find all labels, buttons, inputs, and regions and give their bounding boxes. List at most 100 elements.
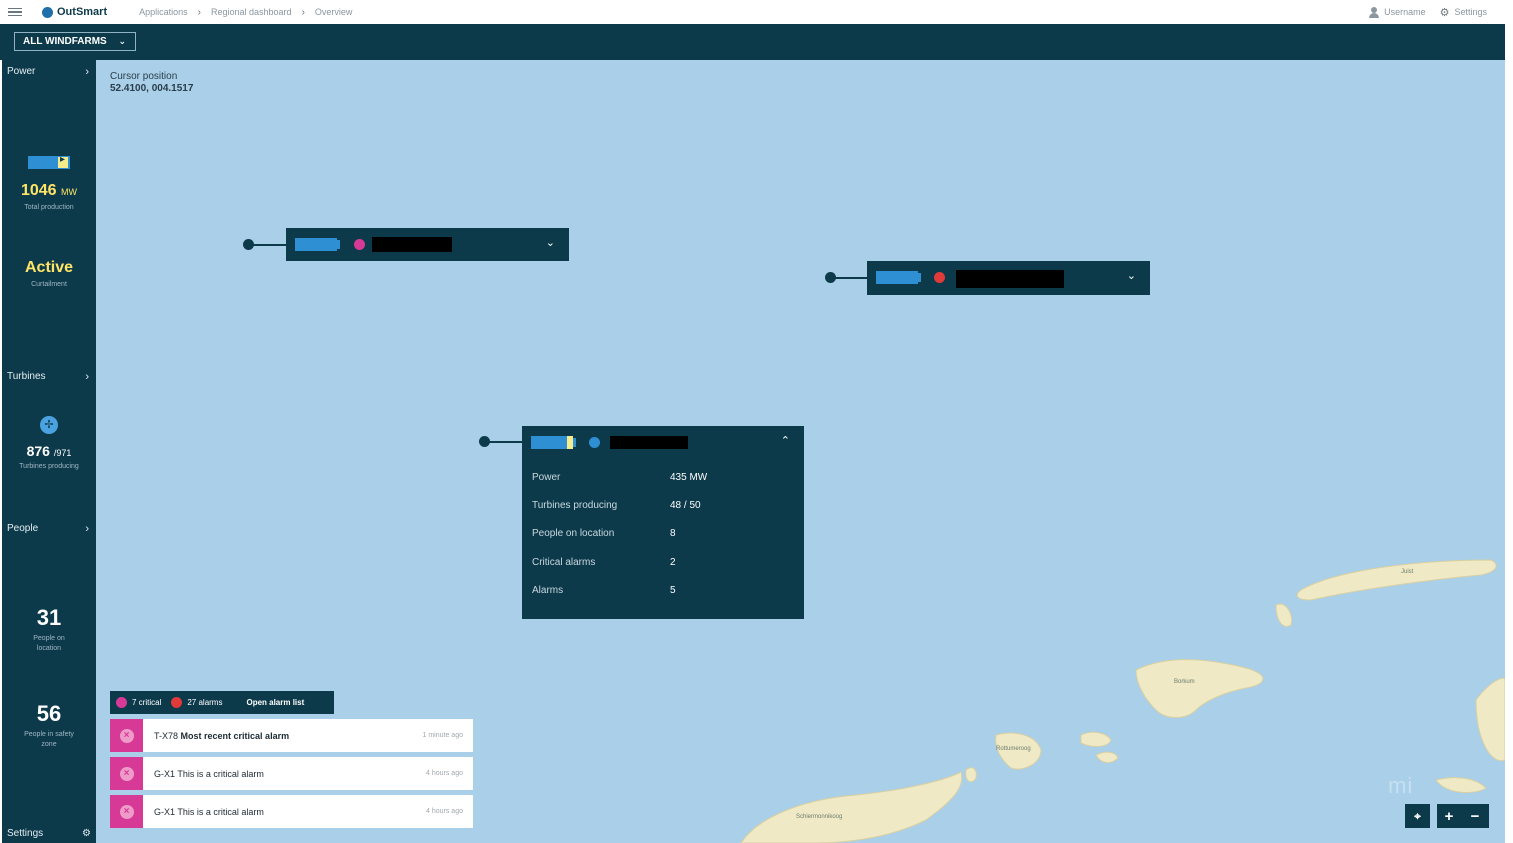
- chevron-down-icon[interactable]: ⌄: [1127, 269, 1136, 282]
- breadcrumb-item: Overview: [314, 7, 353, 17]
- production-bar: [876, 271, 918, 284]
- map-place-label: Borkum: [1174, 679, 1195, 685]
- windfarm-card[interactable]: ⌄: [286, 228, 569, 261]
- cursor-position-label: Cursor position: [110, 71, 178, 82]
- close-circle-icon: ×: [119, 728, 134, 743]
- chevron-down-icon[interactable]: ⌄: [546, 236, 555, 249]
- chevron-right-icon: ›: [85, 66, 89, 78]
- critical-count-label: 7 critical: [132, 698, 162, 707]
- sidebar-item-people[interactable]: People ›: [7, 523, 89, 535]
- windfarm-connector: [249, 244, 287, 246]
- detail-value: 5: [670, 585, 676, 597]
- detail-value: 435 MW: [670, 471, 708, 483]
- turbines-metric: ✢ 876 /971 Turbines producing: [2, 415, 96, 472]
- breadcrumb-item[interactable]: Applications: [139, 7, 188, 17]
- gear-icon: ⚙: [82, 828, 91, 839]
- alarm-count-label: 27 alarms: [187, 698, 223, 707]
- sidebar: Power › 1046 MW Total production Active …: [2, 60, 96, 843]
- turbines-caption: Turbines producing: [19, 462, 79, 470]
- alarm-text: This is a critical alarm: [177, 806, 264, 817]
- detail-row: People on location 8: [532, 520, 794, 548]
- detail-key: People on location: [532, 528, 615, 540]
- turbines-producing-value: 876: [26, 442, 50, 459]
- sidebar-item-label: Turbines: [7, 371, 46, 382]
- status-dot: [354, 239, 365, 250]
- curtailment-value: Active: [24, 259, 74, 276]
- detail-key: Alarms: [532, 585, 564, 597]
- curtailment-metric: Active Curtailment: [2, 259, 96, 290]
- production-bar-end: [337, 240, 340, 249]
- windfarm-connector: [485, 441, 523, 443]
- windfarm-details: Power 435 MW Turbines producing 48 / 50 Pe…: [522, 459, 804, 605]
- people-safety-metric: 56 People in safety zone: [2, 701, 96, 750]
- critical-alarm-badge: ×: [110, 795, 143, 828]
- people-safety-caption: People in safety zone: [24, 731, 74, 748]
- map[interactable]: Borkum Schiermonnikoog Rottumeroog Juist…: [96, 60, 1505, 843]
- sidebar-item-label: People: [7, 523, 39, 534]
- chevron-up-icon[interactable]: ⌃: [781, 434, 790, 447]
- alarm-item[interactable]: × T-X78 Most recent critical alarm 1 min…: [110, 719, 473, 752]
- alarm-count[interactable]: 27 alarms: [171, 697, 222, 708]
- alarm-id: G-X1: [154, 806, 176, 817]
- user-icon: [1369, 6, 1380, 18]
- people-safety-value: 56: [36, 701, 62, 726]
- windfarm-select-value: ALL WINDFARMS: [23, 36, 107, 47]
- user-menu[interactable]: Username: [1369, 6, 1426, 18]
- alarm-item[interactable]: × G-X1 This is a critical alarm 4 hours …: [110, 757, 473, 790]
- zoom-out-button[interactable]: −: [1461, 804, 1489, 828]
- sidebar-item-turbines[interactable]: Turbines ›: [7, 371, 89, 383]
- people-on-location-metric: 31 People on location: [2, 605, 96, 654]
- breadcrumb: Applications › Regional dashboard › Over…: [139, 7, 352, 18]
- sidebar-item-label: Power: [7, 66, 36, 77]
- total-production-caption: Total production: [24, 204, 74, 211]
- menu-icon[interactable]: [8, 7, 22, 17]
- windfarm-card-expanded[interactable]: ⌃ Power 435 MW Turbines producing 48 / 50 …: [522, 426, 804, 619]
- sidebar-settings[interactable]: Settings ⚙: [7, 828, 91, 839]
- chevron-right-icon: ›: [197, 6, 201, 18]
- detail-row: Alarms 5: [532, 577, 794, 605]
- close-circle-icon: ×: [119, 766, 134, 781]
- zoom-in-button[interactable]: +: [1437, 804, 1461, 828]
- locate-button[interactable]: ⌖: [1405, 804, 1430, 828]
- status-dot: [934, 272, 945, 283]
- total-production-unit: MW: [61, 187, 78, 197]
- status-dot: [589, 437, 600, 448]
- critical-count[interactable]: 7 critical: [116, 697, 161, 708]
- watermark: mi: [1388, 773, 1414, 798]
- settings-label: Settings: [1454, 7, 1487, 17]
- production-bar: [295, 238, 337, 251]
- windfarm-connector: [831, 277, 868, 279]
- detail-value: 2: [670, 556, 676, 568]
- logo-icon: [42, 6, 53, 18]
- breadcrumb-item[interactable]: Regional dashboard: [211, 7, 292, 17]
- alarm-id: G-X1: [154, 768, 176, 779]
- alarm-id: T-X78: [154, 730, 179, 741]
- settings-link[interactable]: ⚙ Settings: [1440, 6, 1487, 19]
- alarm-time: 4 hours ago: [426, 808, 463, 815]
- windfarm-name-redacted: [956, 270, 1064, 288]
- username-label: Username: [1384, 7, 1426, 17]
- windfarm-name-redacted: [610, 436, 688, 449]
- turbine-icon: ✢: [40, 415, 58, 434]
- app-name: OutSmart: [57, 6, 108, 18]
- cursor-position-value: 52.4100, 004.1517: [110, 83, 194, 94]
- map-place-label: Juist: [1401, 569, 1414, 575]
- app-logo[interactable]: OutSmart: [42, 6, 107, 18]
- windfarm-select[interactable]: ALL WINDFARMS ⌄: [14, 32, 136, 51]
- sidebar-item-power[interactable]: Power ›: [7, 66, 89, 78]
- chevron-right-icon: ›: [301, 6, 305, 18]
- windfarm-card[interactable]: ⌄: [867, 261, 1150, 295]
- locate-icon: ⌖: [1414, 808, 1421, 823]
- production-bar-end: [918, 273, 921, 282]
- people-on-location-caption: People on location: [33, 635, 65, 652]
- open-alarm-list-button[interactable]: Open alarm list: [246, 698, 304, 707]
- production-bar-end: [573, 438, 576, 447]
- map-place-label: Rottumeroog: [996, 746, 1031, 752]
- chevron-right-icon: ›: [85, 371, 89, 383]
- total-production-metric: 1046 MW Total production: [2, 154, 96, 213]
- top-bar: OutSmart Applications › Regional dashboa…: [0, 0, 1513, 24]
- alarm-title: G-X1 This is a critical alarm: [154, 769, 264, 779]
- alarm-item[interactable]: × G-X1 This is a critical alarm 4 hours …: [110, 795, 473, 828]
- filter-bar: ALL WINDFARMS ⌄: [0, 24, 1505, 60]
- alarm-time: 1 minute ago: [422, 732, 463, 739]
